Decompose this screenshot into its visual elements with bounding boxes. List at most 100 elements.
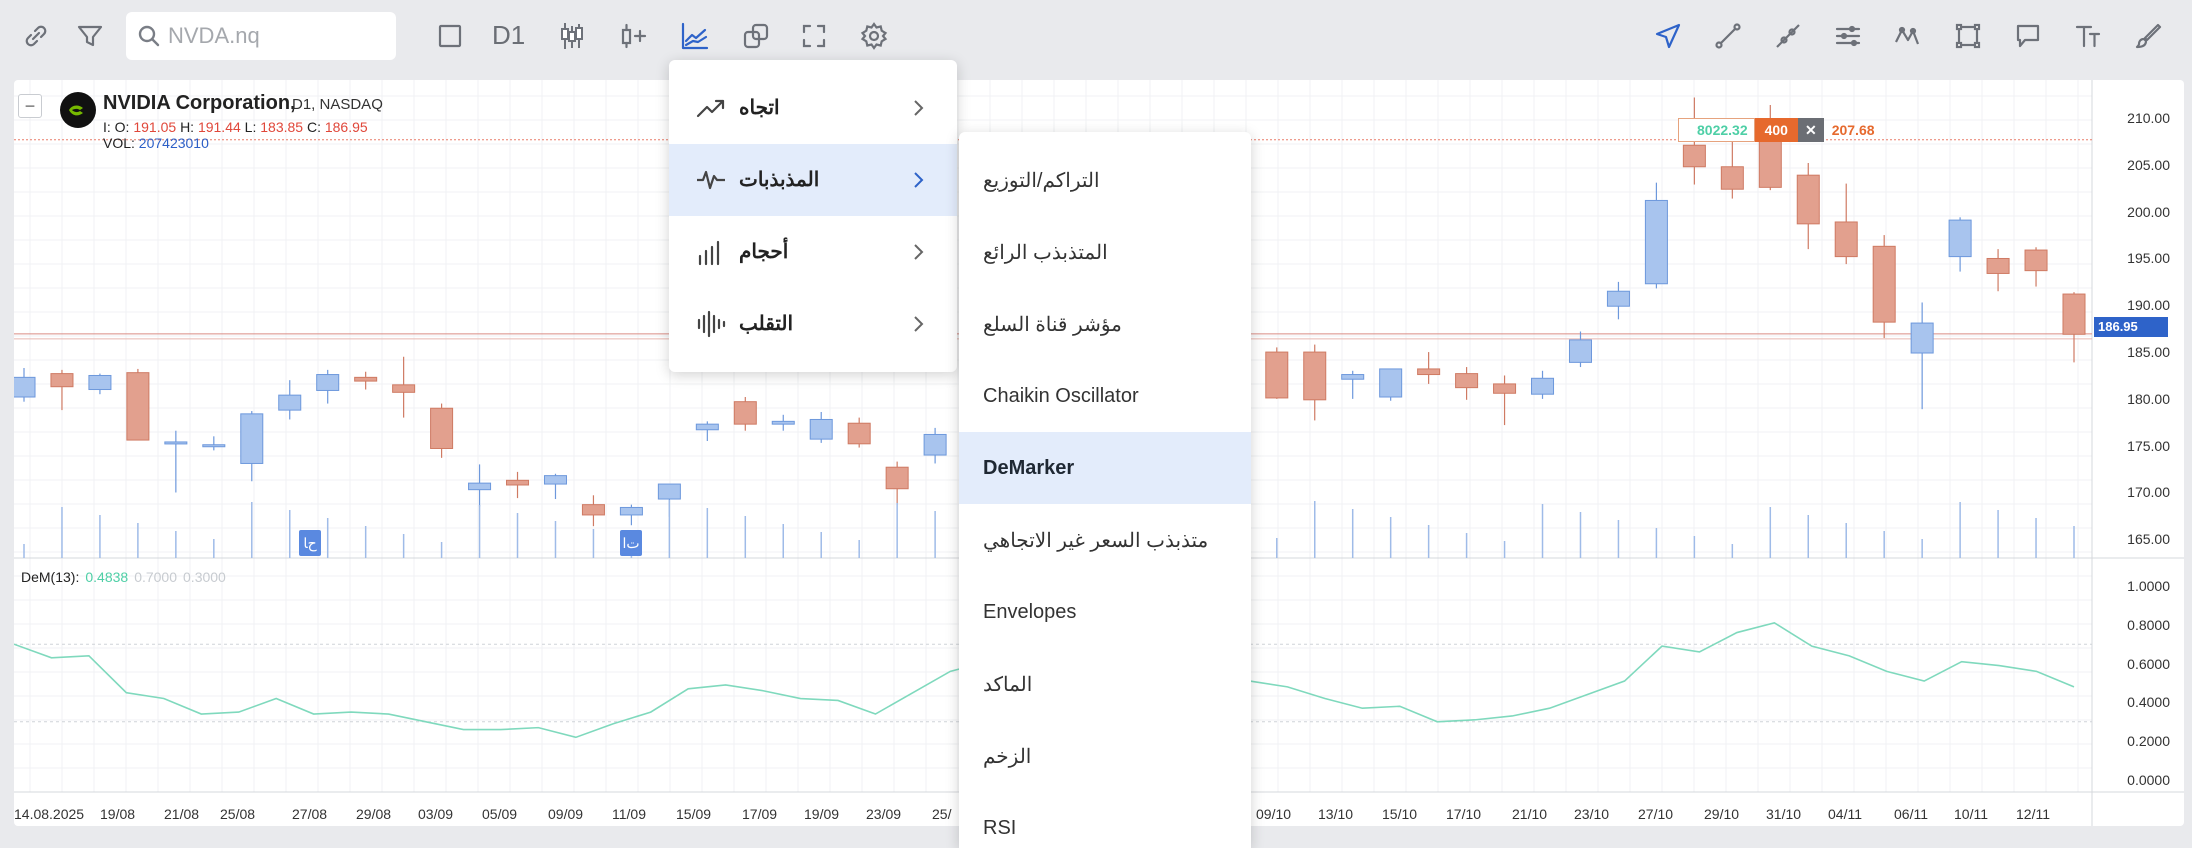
candle-body: [1948, 219, 1972, 258]
oscillator-icon: [697, 170, 725, 190]
candle-body: [695, 423, 719, 431]
candle-body: [2062, 293, 2086, 335]
menu-item-envelopes[interactable]: Envelopes: [959, 576, 1251, 648]
menu-item-cci[interactable]: مؤشر قناة السلع: [959, 288, 1251, 360]
order-close-button[interactable]: ✕: [1797, 118, 1824, 142]
price-axis-tick: 175.00: [2127, 437, 2170, 454]
candle-body: [771, 420, 795, 425]
order-tag[interactable]: 8022.32 400 ✕ 207.68: [1678, 118, 1875, 142]
candle-body: [1341, 374, 1365, 380]
candle-body: [468, 482, 492, 491]
filter-icon[interactable]: [68, 14, 112, 58]
date-axis-tick: 19/08: [100, 806, 136, 822]
candle-body: [506, 479, 530, 486]
price-axis-tick: 165.00: [2127, 531, 2170, 548]
indicators-icon[interactable]: [672, 14, 716, 58]
price-axis-tick: 195.00: [2127, 250, 2170, 267]
candle-body: [1568, 339, 1592, 363]
candle-body: [202, 444, 226, 448]
menu-item-momentum[interactable]: الزخم: [959, 720, 1251, 792]
volume-readout: VOL: 207423010: [103, 135, 209, 151]
menu-item-dpo[interactable]: متذبذب السعر غير الاتجاهي: [959, 504, 1251, 576]
add-indicator-icon[interactable]: [612, 14, 656, 58]
order-lots[interactable]: 400: [1754, 118, 1798, 142]
trend-line-icon[interactable]: [1706, 14, 1750, 58]
candle-body: [2024, 249, 2048, 272]
menu-item-macd[interactable]: الماكد: [959, 648, 1251, 720]
chevron-right-icon: [914, 316, 924, 332]
indicator-category-menu: اتجاه المذبذبات أحجام التقلب: [669, 60, 957, 372]
ohlc-readout: I: O: 191.05 H: 191.44 L: 183.85 C: 186.…: [103, 119, 368, 135]
text-tool-icon[interactable]: [2066, 14, 2110, 58]
demarker-axis-tick: 0.4000: [2127, 694, 2170, 711]
fullscreen-icon[interactable]: [792, 14, 836, 58]
pattern-icon[interactable]: [1886, 14, 1930, 58]
candle-body: [392, 384, 416, 393]
order-price: 207.68: [1831, 122, 1875, 138]
demarker-axis-tick: 1.0000: [2127, 578, 2170, 594]
candle-body: [809, 418, 833, 440]
event-badge[interactable]: ﺡﺎ: [299, 530, 321, 556]
menu-item-accumulation-distribution[interactable]: التراكم/التوزيع: [959, 144, 1251, 216]
menu-item-oscillators[interactable]: المذبذبات: [669, 144, 957, 216]
candle-body: [1682, 144, 1706, 168]
candle-body: [88, 374, 112, 391]
volatility-icon: [697, 310, 726, 338]
candle-body: [543, 475, 567, 485]
candle-body: [619, 506, 643, 516]
menu-item-chaikin-oscillator[interactable]: Chaikin Oscillator: [959, 360, 1251, 432]
ray-line-icon[interactable]: [1766, 14, 1810, 58]
menu-item-volatility[interactable]: التقلب: [669, 288, 957, 360]
candle-body: [1303, 351, 1327, 401]
rectangle-shape-icon[interactable]: [1946, 14, 1990, 58]
symbol-search[interactable]: [126, 12, 396, 60]
timeframe-selector[interactable]: D1: [492, 20, 525, 51]
layout-square-icon[interactable]: [428, 14, 472, 58]
candle-body: [1606, 290, 1630, 307]
price-axis-tick: 205.00: [2127, 156, 2170, 173]
candle-body: [1531, 377, 1555, 395]
cursor-arrow-icon[interactable]: [1646, 14, 1690, 58]
date-axis-tick: 29/10: [1704, 806, 1740, 822]
callout-icon[interactable]: [2006, 14, 2050, 58]
date-axis-tick: 31/10: [1766, 806, 1802, 822]
candle-body: [1834, 221, 1858, 258]
search-input[interactable]: [168, 23, 388, 49]
date-axis-tick: 27/08: [292, 806, 328, 822]
menu-item-trend[interactable]: اتجاه: [669, 72, 957, 144]
date-axis-tick: 19/09: [804, 806, 840, 822]
date-axis-tick: 12/11: [2016, 806, 2050, 822]
last-price-tag: 186.95: [2094, 317, 2168, 337]
price-axis-tick: 210.00: [2127, 110, 2170, 127]
menu-item-awesome-oscillator[interactable]: المتذبذب الرائع: [959, 216, 1251, 288]
link-icon[interactable]: [14, 14, 58, 58]
candle-body: [847, 422, 871, 445]
candle-body: [1758, 139, 1782, 188]
brush-icon[interactable]: [2126, 14, 2170, 58]
candle-body: [240, 413, 264, 464]
date-axis-tick: 13/10: [1318, 806, 1354, 822]
date-axis-tick: 14.08.2025: [14, 806, 85, 822]
menu-item-rsi[interactable]: RSI: [959, 792, 1251, 848]
event-badge[interactable]: ﺕﺍ: [620, 530, 642, 556]
menu-item-demarker[interactable]: DeMarker: [959, 432, 1251, 504]
candlestick-type-icon[interactable]: [550, 14, 594, 58]
date-axis-tick: 23/10: [1574, 806, 1610, 822]
price-axis-tick: 185.00: [2127, 344, 2170, 361]
settings-gear-icon[interactable]: [852, 14, 896, 58]
candle-body: [923, 433, 947, 456]
date-axis-tick: 21/10: [1512, 806, 1548, 822]
date-axis-tick: 15/09: [676, 806, 712, 822]
price-axis-tick: 180.00: [2127, 390, 2170, 407]
menu-item-volumes[interactable]: أحجام: [669, 216, 957, 288]
collapse-legend-button[interactable]: −: [18, 94, 42, 118]
date-axis-tick: 10/11: [1954, 806, 1988, 822]
price-axis-tick: 190.00: [2127, 297, 2170, 314]
candle-body: [126, 372, 150, 441]
price-axis-tick: 170.00: [2127, 484, 2170, 501]
date-axis-tick: 04/11: [1828, 806, 1862, 822]
horizontal-lines-icon[interactable]: [1826, 14, 1870, 58]
compare-icon[interactable]: [734, 14, 778, 58]
candle-body: [885, 466, 909, 490]
candle-body: [1910, 322, 1934, 354]
